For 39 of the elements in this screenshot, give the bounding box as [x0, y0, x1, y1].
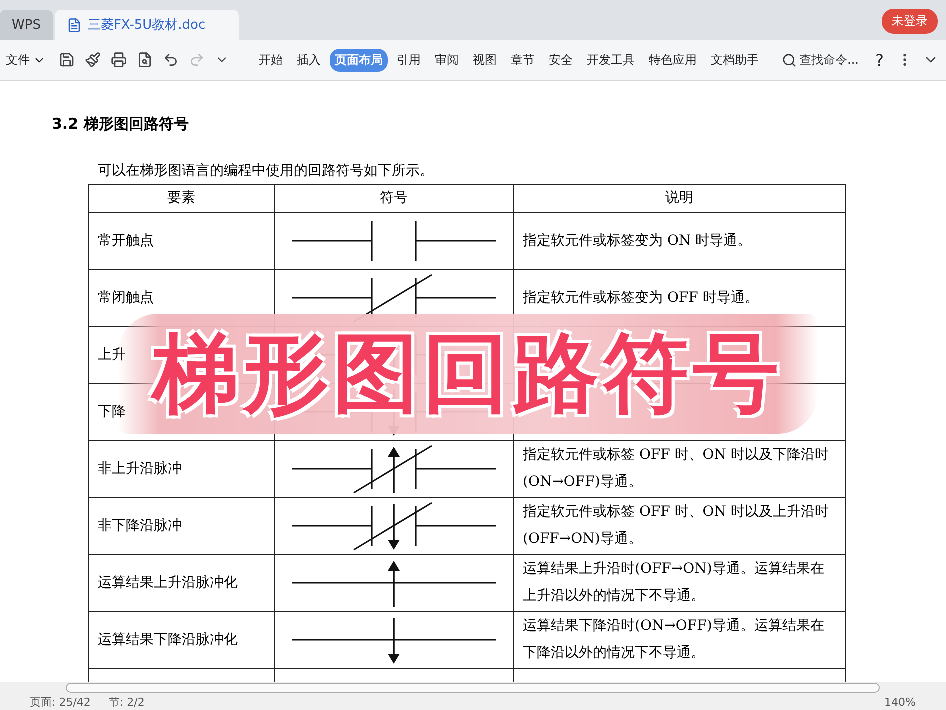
table-cell: 指定软元件或标签变为 ON 时导通。 — [514, 213, 846, 270]
table-cell: 常闭触点 — [89, 270, 275, 327]
table-cell: 指定软元件或标签变为 OFF 时导通。 — [514, 270, 846, 327]
table-cell: 运算结果上升沿脉冲化 — [89, 555, 275, 612]
table-cell: 指定软元件或标签 OFF 时、ON 时以及上升沿时(OFF→ON)导通。 — [514, 498, 846, 555]
table-cell: 运算结果下降沿时(ON→OFF)导通。运算结果在下降沿以外的情况下不导通。 — [514, 612, 846, 669]
ribbon-tab[interactable]: 文档助手 — [706, 48, 764, 72]
ribbon-tab[interactable]: 审阅 — [430, 48, 464, 72]
ribbon-tab[interactable]: 开发工具 — [582, 48, 640, 72]
scrollbar-thumb[interactable] — [66, 683, 880, 693]
table-cell: 运算结果下降沿脉冲化 — [89, 612, 275, 669]
zoom-level: 140% — [884, 696, 916, 708]
column-header: 要素 — [89, 185, 275, 213]
document-tab[interactable]: 三菱FX-5U教材.doc — [54, 10, 239, 40]
search-icon — [782, 52, 796, 68]
document-icon — [66, 18, 82, 32]
ribbon-tab[interactable]: 引用 — [392, 48, 426, 72]
ribbon-tab[interactable]: 开始 — [254, 48, 288, 72]
column-header: 说明 — [514, 185, 846, 213]
ribbon-tab[interactable]: 特色应用 — [644, 48, 702, 72]
section-count: 节: 2/2 — [108, 694, 145, 710]
ribbon-tab[interactable]: 章节 — [506, 48, 540, 72]
file-menu[interactable]: 文件 — [0, 48, 52, 72]
login-button[interactable]: 未登录 — [882, 9, 938, 34]
section-heading: 3.2 梯形图回路符号 — [52, 115, 190, 134]
table-cell: 指定软元件或标签 OFF 时、ON 时以及下降沿时(ON→OFF)导通。 — [514, 441, 846, 498]
intro-text: 可以在梯形图语言的编程中使用的回路符号如下所示。 — [98, 162, 435, 180]
table-cell: 运算结果上升沿时(OFF→ON)导通。运算结果在上升沿以外的情况下不导通。 — [514, 555, 846, 612]
column-header: 符号 — [275, 185, 514, 213]
ribbon-tab[interactable]: 安全 — [544, 48, 578, 72]
help-button[interactable]: ? — [870, 48, 890, 72]
search-field[interactable]: 查找命令... — [782, 52, 866, 68]
ribbon-tab[interactable]: 视图 — [468, 48, 502, 72]
table-cell: 非下降沿脉冲 — [89, 498, 275, 555]
table-cell: 非上升沿脉冲 — [89, 441, 275, 498]
page-count: 页面: 25/42 — [30, 694, 91, 710]
ribbon-tab[interactable]: 插入 — [292, 48, 326, 72]
table-cell: 常开触点 — [89, 213, 275, 270]
document-tab[interactable]: WPS — [0, 10, 53, 40]
